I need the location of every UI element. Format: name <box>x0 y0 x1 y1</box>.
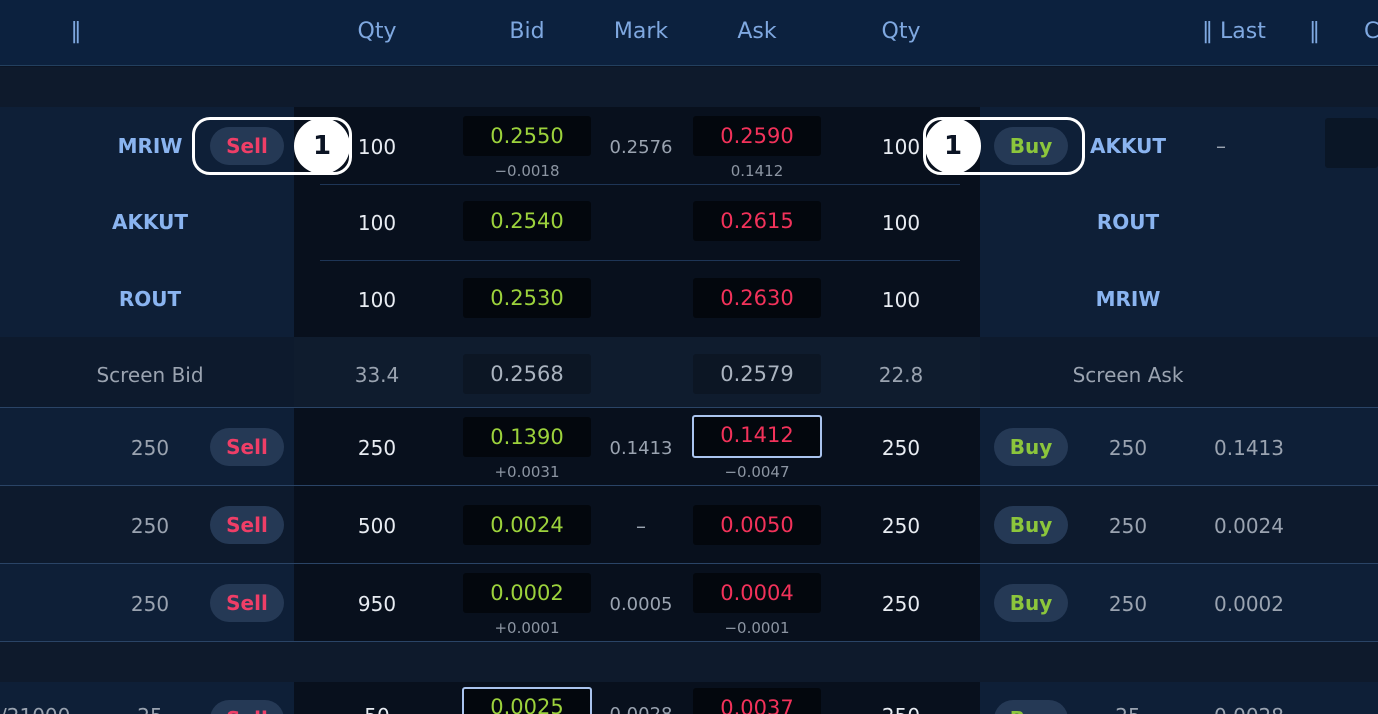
last-price: 0.0024 <box>1214 514 1284 538</box>
buy-button[interactable]: Buy <box>994 584 1068 622</box>
ask-qty: 250 <box>882 704 920 714</box>
mark-price: 0.0028 <box>610 704 673 714</box>
leg-size: 250 <box>1108 592 1148 616</box>
ask-qty: 100 <box>881 135 921 159</box>
bid-broker[interactable]: MRIW <box>118 134 183 158</box>
ask-qty: 250 <box>881 592 921 616</box>
bid-price[interactable]: 0.2540 <box>463 201 591 241</box>
buy-button[interactable]: Buy <box>994 428 1068 466</box>
column-resize-handle[interactable]: ‖ <box>71 0 82 66</box>
ask-price[interactable]: 0.0037 <box>693 688 821 714</box>
sell-button[interactable]: Sell <box>210 584 284 622</box>
spacer-band <box>0 67 1378 107</box>
bid-price[interactable]: 0.2530 <box>463 278 591 318</box>
leg-size: 250 <box>130 514 170 538</box>
ask-price[interactable]: 0.2615 <box>693 201 821 241</box>
count-badge: 1 <box>294 118 350 174</box>
last-price: 0.1413 <box>1214 436 1284 460</box>
sell-button[interactable]: Sell <box>210 700 284 714</box>
bid-price[interactable]: 0.1390 <box>463 417 591 457</box>
ask-price[interactable]: 0.0004 <box>693 573 821 613</box>
ask-price[interactable]: 0.2590 <box>693 116 821 156</box>
header-bid-qty[interactable]: Qty <box>358 0 397 66</box>
mark-price: 0.1413 <box>609 438 673 459</box>
mark-price: 0.2576 <box>609 137 673 158</box>
ask-change: −0.0047 <box>724 463 790 481</box>
bid-qty: 100 <box>357 211 397 235</box>
bid-qty: 100 <box>357 288 397 312</box>
screen-ask-qty: 22.8 <box>878 363 924 387</box>
count-badge: 1 <box>925 118 981 174</box>
sell-button[interactable]: Sell <box>210 428 284 466</box>
screen-bid-price: 0.2568 <box>463 354 591 394</box>
ask-qty: 100 <box>881 211 921 235</box>
leg-size: 250 <box>1108 514 1148 538</box>
ask-qty: 100 <box>881 288 921 312</box>
leg-size: 250 <box>130 592 170 616</box>
bid-qty: 100 <box>357 135 397 159</box>
header-mark[interactable]: Mark <box>614 0 668 66</box>
ask-change: 0.1412 <box>730 162 784 180</box>
truncated-cell <box>1325 118 1378 168</box>
sell-button[interactable]: Sell <box>210 506 284 544</box>
screen-ask-label: Screen Ask <box>1072 363 1184 387</box>
leg-size: 25 <box>137 704 162 714</box>
ask-change: −0.0001 <box>724 619 790 637</box>
leg-size: 250 <box>130 436 170 460</box>
last-price: 0.0028 <box>1214 704 1284 714</box>
column-header-bar: ‖ Qty Bid Mark Ask Qty ‖ Last ‖ C <box>0 0 1378 66</box>
bid-price[interactable]: 0.0002 <box>463 573 591 613</box>
leg-description: /21000 <box>0 704 70 714</box>
bid-qty: 50 <box>364 704 389 714</box>
ask-broker[interactable]: ROUT <box>1097 210 1159 234</box>
mark-price: 0.0005 <box>609 594 673 615</box>
bid-broker[interactable]: ROUT <box>119 287 181 311</box>
buy-button[interactable]: Buy <box>994 127 1068 165</box>
buy-button[interactable]: Buy <box>994 506 1068 544</box>
ask-qty: 250 <box>881 514 921 538</box>
last-price: 0.0002 <box>1214 592 1284 616</box>
bid-qty: 500 <box>357 514 397 538</box>
bid-price[interactable]: 0.2550 <box>463 116 591 156</box>
bid-change: +0.0031 <box>494 463 560 481</box>
header-ask-qty[interactable]: Qty <box>882 0 921 66</box>
ask-qty: 250 <box>881 436 921 460</box>
ask-price[interactable]: 0.0050 <box>693 505 821 545</box>
leg-size: 250 <box>1108 436 1148 460</box>
leg-size: 25 <box>1115 704 1140 714</box>
bid-price[interactable]: 0.0024 <box>463 505 591 545</box>
screen-bid-qty: 33.4 <box>354 363 400 387</box>
bid-change: −0.0018 <box>494 162 560 180</box>
bid-change: +0.0001 <box>494 619 560 637</box>
bid-price[interactable]: 0.0025 <box>462 687 592 714</box>
header-truncated[interactable]: C <box>1364 0 1378 66</box>
spacer-band <box>0 642 1378 682</box>
ask-price[interactable]: 0.1412 <box>692 415 822 458</box>
row-divider <box>320 260 960 261</box>
column-resize-handle[interactable]: ‖ <box>1309 0 1320 66</box>
row-divider <box>320 184 960 185</box>
bid-qty: 950 <box>357 592 397 616</box>
header-last[interactable]: ‖ Last <box>1202 0 1266 66</box>
last-price: – <box>1216 134 1226 158</box>
mark-price: – <box>636 514 646 538</box>
bid-broker[interactable]: AKKUT <box>112 210 188 234</box>
buy-button[interactable]: Buy <box>994 700 1068 714</box>
ask-price[interactable]: 0.2630 <box>693 278 821 318</box>
sell-button[interactable]: Sell <box>210 127 284 165</box>
header-bid[interactable]: Bid <box>509 0 544 66</box>
ask-broker[interactable]: AKKUT <box>1090 134 1166 158</box>
screen-ask-price: 0.2579 <box>693 354 821 394</box>
ask-broker[interactable]: MRIW <box>1096 287 1161 311</box>
header-ask[interactable]: Ask <box>737 0 776 66</box>
screen-bid-label: Screen Bid <box>96 363 204 387</box>
bid-qty: 250 <box>357 436 397 460</box>
